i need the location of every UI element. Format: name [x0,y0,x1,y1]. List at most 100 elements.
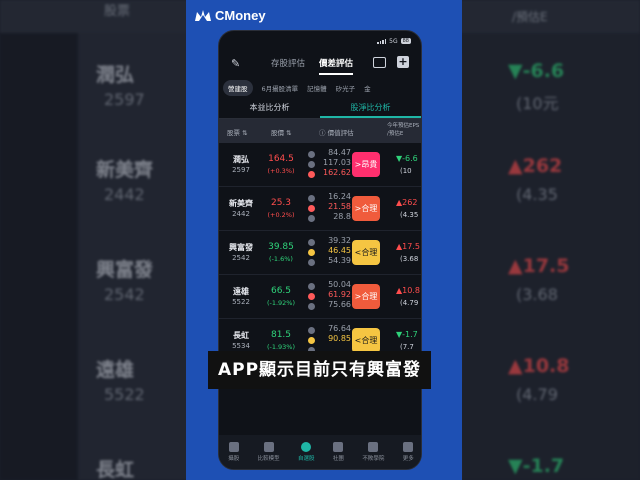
stock-name: 長虹 [233,331,249,340]
eps-change: ▲10.8 [396,286,420,295]
valuation-badge[interactable]: <合理 [352,240,380,265]
network-label: 5G [389,37,398,45]
stock-code: 2597 [232,166,250,174]
valuation-dot [308,195,315,202]
add-icon[interactable]: + [397,56,409,68]
nav-label: 不敗學院 [362,456,385,462]
bg-eps-value: (4.35 [516,185,558,204]
tab-dividend-evaluation[interactable]: 存股評估 [271,57,305,75]
category-chip[interactable]: 6月攝股清單 [262,83,299,93]
stock-price: 39.85 [268,242,294,252]
header-price[interactable]: 股價 ⇅ [271,127,292,137]
header-stock[interactable]: 股票 ⇅ [227,127,248,137]
valuation-markers [308,151,315,181]
valuation-dot [308,215,315,222]
valuation-value: 21.58 [328,202,351,211]
category-chip[interactable]: 金 [364,83,371,93]
edit-icon[interactable]: ✎ [231,57,240,70]
nav-label: 攝股 [228,456,240,462]
stock-code: 5522 [232,298,250,306]
valuation-markers [308,283,315,313]
valuation-values: 16.24 21.58 28.8 [319,192,351,222]
valuation-value: 46.45 [328,246,351,255]
phone-screen: 5G 88 ✎ 存股評估 價差評估 + 營建股 6月攝股清單 記憶體 矽光子金 本益比… [218,30,422,470]
stock-price: 25.3 [270,198,292,208]
bg-stock-name: 遠雄 [96,359,135,381]
bg-eps-change: ▼-6.6 [508,60,565,82]
price-change: (+0.2%) [267,211,295,219]
eps-change: ▼-1.7 [396,330,418,339]
category-chip[interactable]: 記憶體 [307,83,327,93]
stock-name: 新美齊 [229,199,253,208]
nav-item[interactable]: 不敗學院 [362,442,384,462]
bg-edge [0,0,78,480]
eps-value: (3.68 [400,255,419,263]
main-tabs: 存股評估 價差評估 [271,57,354,75]
table-row[interactable]: 遠雄 5522 66.5 (-1.92%) 50.04 61.92 75.66 >合理 ▲10.… [219,275,421,319]
valuation-value: 16.24 [328,192,351,201]
tab-pe-analysis[interactable]: 本益比分析 [219,99,320,118]
nav-label: 更多 [402,456,414,462]
signal-icon [377,38,387,44]
bg-eps-change: ▲262 [508,155,563,177]
table-row[interactable]: 新美齊 2442 25.3 (+0.2%) 16.24 21.58 28.8 >合理 ▲262 (… [219,187,421,231]
eps-change: ▲17.5 [396,242,420,251]
nav-icon [263,442,274,452]
stock-price: 81.5 [270,330,292,340]
nav-icon [228,442,239,452]
nav-label: 社團 [332,456,344,462]
category-chip[interactable]: 營建股 [223,80,253,96]
valuation-dot [308,151,315,158]
valuation-dot [308,249,315,256]
valuation-value: 75.66 [328,300,351,309]
price-change: (-1.93%) [266,343,296,351]
valuation-badge[interactable]: >合理 [352,196,380,221]
valuation-value: 76.64 [328,324,351,333]
valuation-value: 162.62 [323,168,351,177]
eps-value: (4.79 [400,299,419,307]
tab-pb-analysis[interactable]: 股淨比分析 [320,99,421,118]
bg-stock-name: 長虹 [96,459,135,480]
nav-item[interactable]: 自選股 [298,442,315,462]
nav-item[interactable]: 比較模型 [258,442,280,462]
valuation-badge[interactable]: >昂貴 [352,152,380,177]
stock-name: 遠雄 [233,287,249,296]
bg-header-stock: 股票 [104,4,131,19]
valuation-value: 84.47 [328,148,351,157]
category-chip[interactable]: 矽光子 [336,83,356,93]
video-caption: APP顯示目前只有興富發 [208,351,431,389]
stock-name: 潤弘 [233,155,249,164]
valuation-dot [308,171,315,178]
valuation-value: 28.8 [333,212,351,221]
bg-stock-code: 2542 [104,285,145,304]
valuation-badge[interactable]: >合理 [352,284,380,309]
table-header: 股票 ⇅ 股價 ⇅ ⓘ 價值評估 今年預估EPS/預估E [219,119,421,143]
nav-item[interactable]: 更多 [403,442,414,462]
bg-eps-change: ▼-1.7 [508,455,565,477]
bg-stock-name: 興富發 [96,259,154,281]
nav-icon [403,442,414,452]
valuation-markers [308,195,315,225]
stock-price: 164.5 [268,154,294,164]
table-row[interactable]: 潤弘 2597 164.5 (+0.3%) 84.47 117.03 162.62 >昂貴 ▼-… [219,143,421,187]
table-row[interactable]: 興富發 2542 39.85 (-1.6%) 39.32 46.45 54.39 <合理 ▲17… [219,231,421,275]
tab-spread-evaluation[interactable]: 價差評估 [319,57,354,75]
valuation-badge[interactable]: <合理 [352,328,380,353]
status-bar: 5G 88 [219,31,421,51]
header-eps[interactable]: 今年預估EPS/預估E [387,122,421,138]
chat-icon[interactable] [373,57,386,68]
bg-eps-value: (3.68 [516,285,558,304]
eps-value: (10 [400,167,412,175]
valuation-values: 39.32 46.45 54.39 [319,236,351,266]
valuation-values: 84.47 117.03 162.62 [319,148,351,178]
nav-item[interactable]: 攝股 [228,442,239,462]
nav-item[interactable]: 社團 [333,442,344,462]
stock-table: 潤弘 2597 164.5 (+0.3%) 84.47 117.03 162.62 >昂貴 ▼-… [219,143,421,363]
valuation-dot [308,283,315,290]
valuation-value: 61.92 [328,290,351,299]
price-change: (+0.3%) [267,167,295,175]
bottom-navigation: 攝股 比較模型 自選股 社團 不敗學院 更多 [219,435,421,469]
eps-change: ▲262 [396,198,418,207]
bg-eps-value: (10元 [516,94,559,113]
nav-icon [368,442,379,452]
